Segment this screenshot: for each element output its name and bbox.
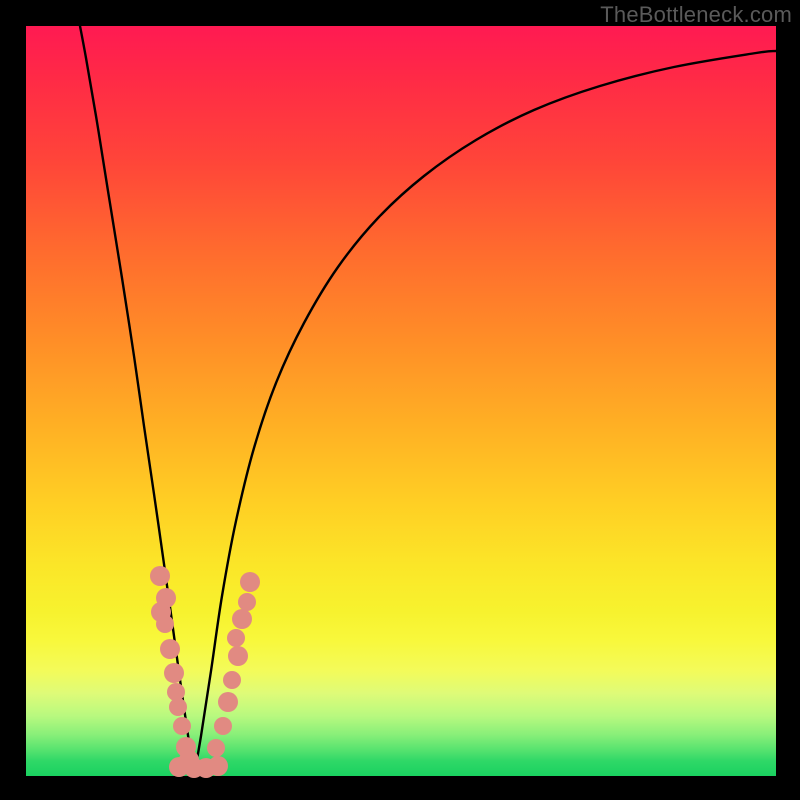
marker-group xyxy=(150,566,260,778)
plot-area xyxy=(26,26,776,776)
data-marker xyxy=(208,756,228,776)
watermark-text: TheBottleneck.com xyxy=(600,2,792,28)
chart-frame: TheBottleneck.com xyxy=(0,0,800,800)
data-marker xyxy=(156,615,174,633)
curve-group xyxy=(80,26,776,776)
curve-right-branch xyxy=(194,51,776,776)
curve-layer xyxy=(26,26,776,776)
data-marker xyxy=(240,572,260,592)
data-marker xyxy=(164,663,184,683)
data-marker xyxy=(150,566,170,586)
data-marker xyxy=(173,717,191,735)
data-marker xyxy=(169,698,187,716)
data-marker xyxy=(207,739,225,757)
data-marker xyxy=(232,609,252,629)
data-marker xyxy=(238,593,256,611)
data-marker xyxy=(160,639,180,659)
data-marker xyxy=(228,646,248,666)
data-marker xyxy=(218,692,238,712)
data-marker xyxy=(214,717,232,735)
data-marker xyxy=(227,629,245,647)
data-marker xyxy=(223,671,241,689)
